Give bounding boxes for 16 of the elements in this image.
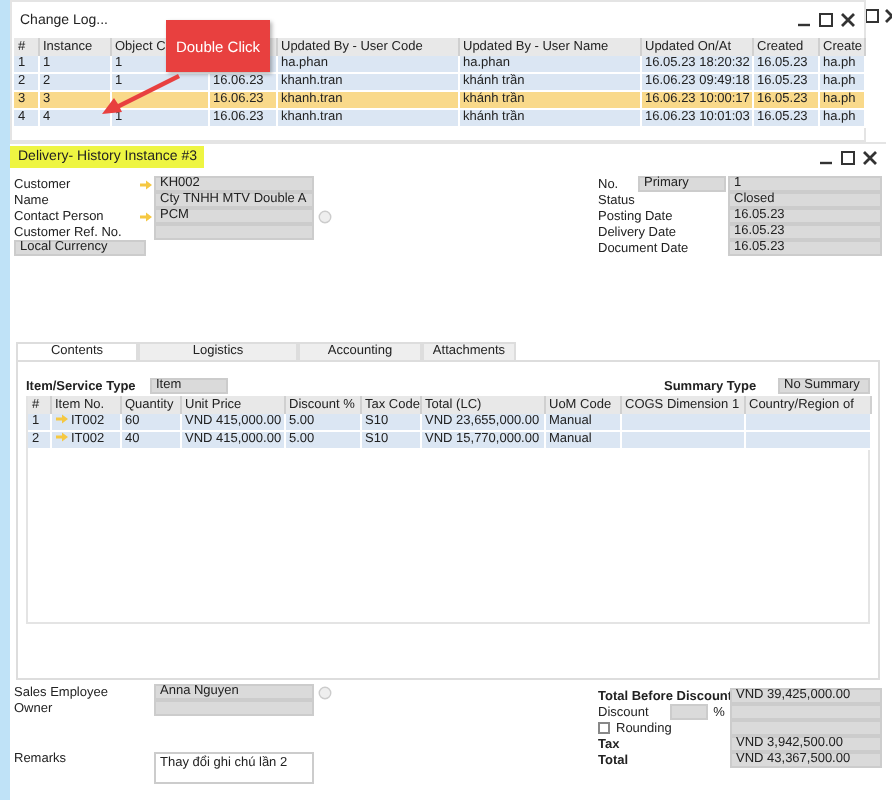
info-icon[interactable] (318, 209, 332, 223)
maximize-icon[interactable] (840, 149, 856, 165)
discount-percent-field[interactable] (670, 704, 708, 720)
checkbox[interactable] (598, 722, 610, 734)
maximize-icon[interactable] (818, 12, 834, 28)
close-icon[interactable] (862, 149, 878, 165)
maximize-icon[interactable] (864, 8, 880, 24)
link-arrow-icon[interactable] (139, 211, 151, 221)
discount-field[interactable] (730, 704, 882, 720)
link-arrow-icon[interactable] (139, 179, 151, 189)
info-icon[interactable] (318, 685, 332, 699)
text-field[interactable] (154, 224, 314, 240)
close-icon[interactable] (840, 12, 856, 28)
callout-arrow (102, 74, 180, 114)
text-field[interactable] (154, 700, 314, 716)
rounding-field[interactable] (730, 720, 882, 736)
